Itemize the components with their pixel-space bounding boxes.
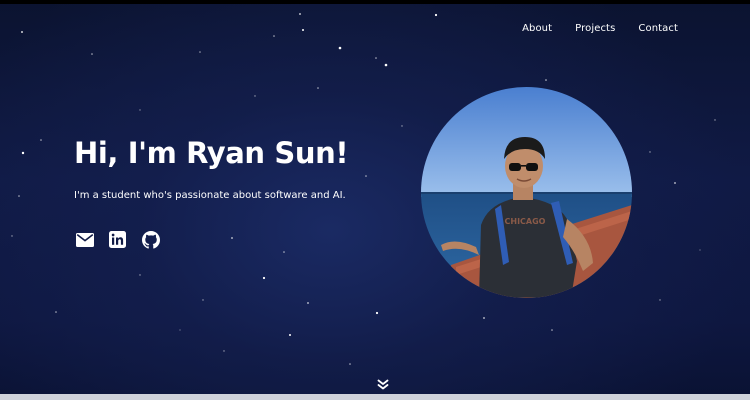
linkedin-icon[interactable] [108,230,127,249]
nav-link-contact[interactable]: Contact [638,23,678,34]
social-links [75,230,160,249]
nav-link-about[interactable]: About [522,23,552,34]
shirt-text: CHICAGO [505,217,546,226]
hero-subtitle: I'm a student who's passionate about sof… [74,190,346,201]
github-icon[interactable] [141,230,160,249]
nav-link-projects[interactable]: Projects [575,23,615,34]
page-frame: About Projects Contact Hi, I'm Ryan Sun!… [0,0,750,400]
hero-title: Hi, I'm Ryan Sun! [74,136,349,170]
mail-icon[interactable] [75,230,94,249]
scroll-down-icon[interactable] [377,376,389,390]
profile-photo: CHICAGO [421,87,632,298]
bottom-edge [0,394,750,400]
top-nav: About Projects Contact [522,23,678,34]
